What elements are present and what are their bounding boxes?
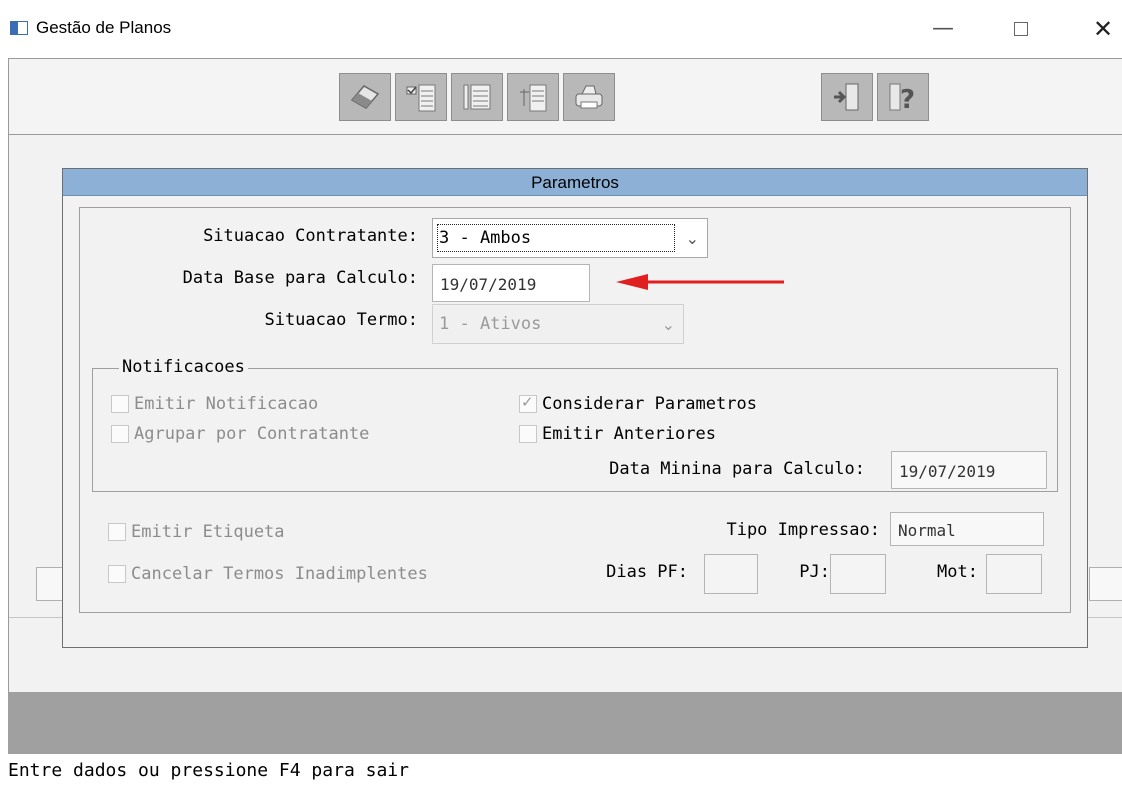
data-minina-value: 19/07/2019 (899, 462, 996, 481)
list-icon (463, 84, 491, 110)
help-icon: ? (889, 83, 915, 114)
close-button[interactable]: ✕ (1088, 14, 1118, 44)
eraser-button[interactable] (339, 73, 391, 121)
app-icon (10, 21, 28, 35)
tipo-impressao-field[interactable]: Normal (890, 512, 1044, 546)
cancelar-termos-label: Cancelar Termos Inadimplentes (131, 564, 428, 584)
check-icon: ✓ (521, 393, 534, 411)
dialog-title: Parametros (63, 169, 1087, 196)
annotation-arrow (616, 274, 784, 290)
svg-text:?: ? (900, 85, 915, 114)
situacao-termo-label: Situacao Termo: (264, 310, 418, 330)
agrupar-contratante-label: Agrupar por Contratante (134, 424, 370, 444)
considerar-parametros-label: Considerar Parametros (542, 394, 757, 414)
window-title: Gestão de Planos (36, 18, 172, 37)
list-button[interactable] (451, 73, 503, 121)
checklist-button[interactable] (395, 73, 447, 121)
status-bar: Entre dados ou pressione F4 para sair (0, 754, 1122, 787)
checkbox-box (519, 425, 537, 443)
parametros-dialog: Parametros Situacao Contratante: 3 - Amb… (62, 168, 1088, 648)
cancelar-termos-checkbox[interactable]: Cancelar Termos Inadimplentes (108, 564, 428, 584)
emitir-notificacao-checkbox[interactable]: Emitir Notificacao (111, 394, 318, 414)
data-base-field[interactable]: 19/07/2019 (432, 264, 590, 302)
background-field-right (1089, 567, 1122, 601)
mot-field[interactable] (986, 554, 1042, 594)
tipo-impressao-value: Normal (898, 521, 956, 540)
data-minina-label: Data Minina para Calculo: (609, 459, 865, 479)
window-title-bar: Gestão de Planos — ✕ (0, 0, 1122, 58)
emitir-etiqueta-label: Emitir Etiqueta (131, 522, 285, 542)
status-text: Entre dados ou pressione F4 para sair (8, 760, 409, 781)
emitir-anteriores-label: Emitir Anteriores (542, 424, 716, 444)
maximize-button[interactable] (1006, 14, 1036, 44)
maximize-icon (1014, 22, 1028, 36)
checklist-icon (406, 84, 436, 112)
tipo-impressao-label: Tipo Impressao: (726, 520, 880, 540)
emitir-etiqueta-checkbox[interactable]: Emitir Etiqueta (108, 522, 285, 542)
considerar-parametros-checkbox[interactable]: ✓ Considerar Parametros (519, 393, 757, 414)
data-minina-field[interactable]: 19/07/2019 (891, 451, 1047, 489)
toolbar: ? (9, 59, 1122, 135)
situacao-contratante-select[interactable]: 3 - Ambos ⌄ (432, 218, 708, 258)
dias-pf-field[interactable] (704, 554, 758, 594)
dias-pf-label: Dias PF: (606, 562, 688, 582)
pj-field[interactable] (830, 554, 886, 594)
data-base-label: Data Base para Calculo: (182, 268, 418, 288)
minimize-button[interactable]: — (928, 14, 958, 44)
tree-list-icon (520, 84, 547, 112)
eraser-icon (350, 85, 380, 109)
exit-door-icon (834, 83, 859, 111)
checkbox-box (108, 565, 126, 583)
exit-button[interactable] (821, 73, 873, 121)
agrupar-contratante-checkbox[interactable]: Agrupar por Contratante (111, 424, 369, 444)
bottom-panel (8, 692, 1122, 754)
checkbox-box (111, 425, 129, 443)
checkbox-box (111, 395, 129, 413)
dialog-panel: Situacao Contratante: 3 - Ambos ⌄ Data B… (79, 207, 1071, 613)
mot-label: Mot: (937, 562, 978, 582)
chevron-down-icon: ⌄ (661, 315, 675, 334)
situacao-contratante-label: Situacao Contratante: (203, 226, 418, 246)
emitir-anteriores-checkbox[interactable]: Emitir Anteriores (519, 424, 716, 444)
checkbox-box (108, 523, 126, 541)
help-button[interactable]: ? (877, 73, 929, 121)
notificacoes-legend: Notificacoes (119, 357, 248, 377)
tree-list-button[interactable] (507, 73, 559, 121)
print-button[interactable] (563, 73, 615, 121)
situacao-termo-select[interactable]: 1 - Ativos ⌄ (432, 304, 684, 344)
notificacoes-group: Notificacoes Emitir Notificacao Agrupar … (92, 357, 1058, 492)
checkbox-box: ✓ (519, 393, 537, 413)
situacao-termo-value: 1 - Ativos (439, 314, 542, 334)
pj-label: PJ: (799, 562, 830, 582)
situacao-contratante-value: 3 - Ambos (439, 228, 532, 248)
data-base-value: 19/07/2019 (440, 275, 537, 294)
chevron-down-icon: ⌄ (685, 229, 699, 248)
emitir-notificacao-label: Emitir Notificacao (134, 394, 319, 414)
printer-icon (575, 85, 603, 109)
